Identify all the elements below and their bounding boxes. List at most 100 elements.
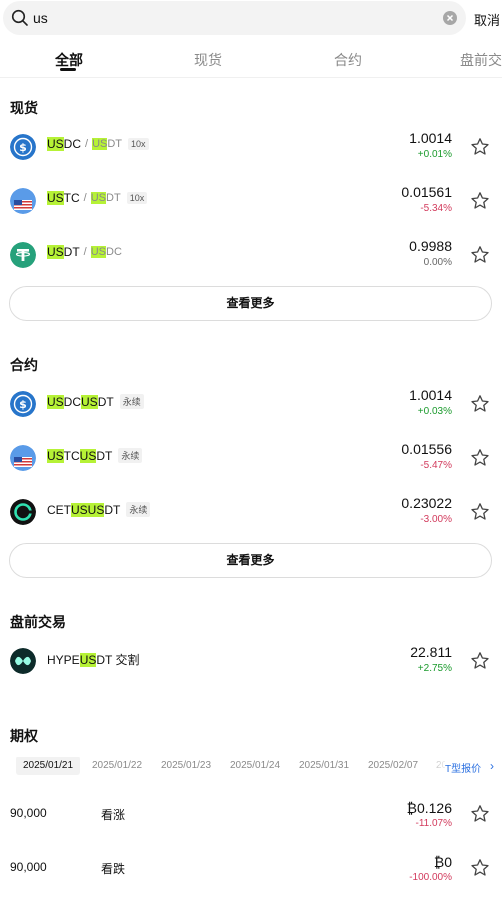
pair-match: US — [79, 652, 97, 667]
section-title-premarket: 盘前交易 — [10, 614, 66, 630]
change-percent: +0.01% — [417, 149, 452, 160]
expiry-date-tabs: 2025/01/21 2025/01/22 2025/01/23 2025/01… — [0, 757, 502, 779]
tab-premarket[interactable]: 盘前交易 — [460, 50, 502, 70]
category-tabs: 全部 现货 合约 盘前交易 — [0, 36, 502, 78]
section-title-spot: 现货 — [10, 100, 38, 116]
pair-quote-rest: DC — [106, 246, 122, 258]
section-title-options: 期权 — [10, 728, 38, 744]
clear-icon[interactable] — [443, 11, 457, 25]
option-direction: 看涨 — [101, 808, 126, 822]
perpetual-badge: 永续 — [118, 448, 143, 463]
chevron-right-icon[interactable]: › — [490, 759, 494, 773]
leverage-badge: 10x — [128, 138, 149, 150]
usdc-icon: $ — [10, 391, 36, 417]
pair-slash: / — [83, 246, 87, 258]
price: ₿0.126 — [406, 800, 452, 816]
date-tab[interactable]: 2025/01/21 — [16, 757, 81, 775]
cet-icon — [10, 499, 36, 525]
pair-base-match: US — [47, 191, 64, 205]
pair-quote-match: US — [92, 138, 108, 150]
premarket-row-hypeusdt[interactable]: HYPE US DT 交割 22.811 +2.75% — [0, 634, 502, 688]
spot-row-ustc[interactable]: US TC / USDT 10x 0.01561 -5.34% — [0, 174, 502, 228]
option-row-put[interactable]: 90,000 看跌 ₿0 -100.00% — [0, 843, 502, 893]
spot-row-usdc[interactable]: $ US DC / USDT 10x 1.0014 +0.01% — [0, 120, 502, 174]
search-input[interactable] — [33, 8, 433, 28]
date-tab[interactable]: 2025/01/23 — [161, 760, 211, 771]
search-bar[interactable] — [3, 1, 466, 35]
pair-base-rest: DT — [63, 245, 80, 259]
section-title-futures: 合约 — [10, 357, 38, 373]
usdt-icon — [10, 242, 36, 268]
pair-name: US DT / USDC — [47, 245, 122, 259]
pair-rest: CET — [47, 502, 71, 517]
pair-quote-match: US — [90, 192, 107, 204]
price: 22.811 — [410, 644, 452, 660]
spot-row-usdt[interactable]: US DT / USDC 0.9988 0.00% — [0, 228, 502, 282]
pair-quote: USDT — [92, 138, 122, 150]
pair-quote: USDC — [90, 246, 122, 258]
strike-price: 90,000 — [10, 860, 47, 874]
svg-text:$: $ — [19, 141, 27, 154]
pair-name: US TC / USDT 10x — [47, 191, 148, 205]
pair-rest: DT 交割 — [96, 653, 140, 667]
spot-more-button[interactable]: 查看更多 — [9, 286, 492, 321]
pair-name: HYPE US DT 交割 — [47, 651, 139, 668]
pair-name: CET USUS DT 永续 — [47, 502, 151, 517]
date-tab[interactable]: 2025/02/07 — [368, 760, 418, 771]
hype-icon — [10, 648, 36, 674]
tab-spot[interactable]: 现货 — [194, 50, 222, 70]
star-icon[interactable] — [470, 502, 490, 522]
price: ₿0 — [433, 854, 452, 870]
price: 0.01561 — [401, 184, 452, 200]
change-percent: +0.03% — [417, 406, 452, 417]
tab-futures[interactable]: 合约 — [334, 50, 362, 70]
search-icon — [11, 9, 28, 26]
pair-quote-rest: DT — [107, 138, 123, 150]
pair-base-match: US — [47, 137, 64, 151]
pair-match: US — [47, 394, 64, 409]
t-quote-link[interactable]: T型报价 — [445, 760, 482, 775]
futures-row-cetususdt[interactable]: CET USUS DT 永续 0.23022 -3.00% — [0, 485, 502, 539]
date-tab[interactable]: 2025/01/24 — [230, 760, 280, 771]
date-tab[interactable]: 2025/01/22 — [92, 760, 142, 771]
star-icon[interactable] — [470, 394, 490, 414]
strike-price: 90,000 — [10, 806, 47, 820]
star-icon[interactable] — [470, 245, 490, 265]
futures-row-ustcusdt[interactable]: US TC US DT 永续 0.01556 -5.47% — [0, 431, 502, 485]
price: 0.01556 — [401, 441, 452, 457]
star-icon[interactable] — [470, 858, 490, 878]
futures-row-usdcusdt[interactable]: $ US DC US DT 永续 1.0014 +0.03% — [0, 377, 502, 431]
star-icon[interactable] — [470, 804, 490, 824]
pair-base-rest: TC — [63, 191, 80, 205]
star-icon[interactable] — [470, 651, 490, 671]
option-direction: 看跌 — [101, 862, 126, 876]
pair-base-rest: DC — [63, 137, 82, 151]
perpetual-badge: 永续 — [119, 394, 144, 409]
pair-quote-rest: DT — [106, 192, 121, 204]
change-percent: -5.34% — [420, 203, 452, 214]
star-icon[interactable] — [470, 191, 490, 211]
perpetual-badge: 永续 — [126, 502, 151, 517]
pair-match: US — [79, 448, 97, 463]
pair-rest: DT — [104, 502, 121, 517]
option-row-call[interactable]: 90,000 看涨 ₿0.126 -11.07% — [0, 789, 502, 839]
tab-all[interactable]: 全部 — [55, 50, 83, 70]
pair-rest: DT — [97, 394, 114, 409]
star-icon[interactable] — [470, 137, 490, 157]
change-percent: 0.00% — [423, 257, 452, 268]
pair-rest: DT — [96, 448, 113, 463]
pair-slash: / — [85, 138, 89, 150]
change-percent: -3.00% — [420, 514, 452, 525]
star-icon[interactable] — [470, 448, 490, 468]
pair-name: US TC US DT 永续 — [47, 448, 143, 463]
pair-match: US — [81, 394, 98, 409]
date-tab[interactable]: 2025/01/31 — [299, 760, 349, 771]
futures-more-button[interactable]: 查看更多 — [9, 543, 492, 578]
pair-match: USUS — [71, 502, 105, 517]
cancel-button[interactable]: 取消 — [474, 10, 500, 29]
pair-match: US — [47, 448, 64, 463]
tab-underline — [60, 68, 76, 71]
pair-rest: HYPE — [47, 652, 80, 667]
price: 0.23022 — [401, 495, 452, 511]
change-percent: -100.00% — [409, 872, 452, 883]
